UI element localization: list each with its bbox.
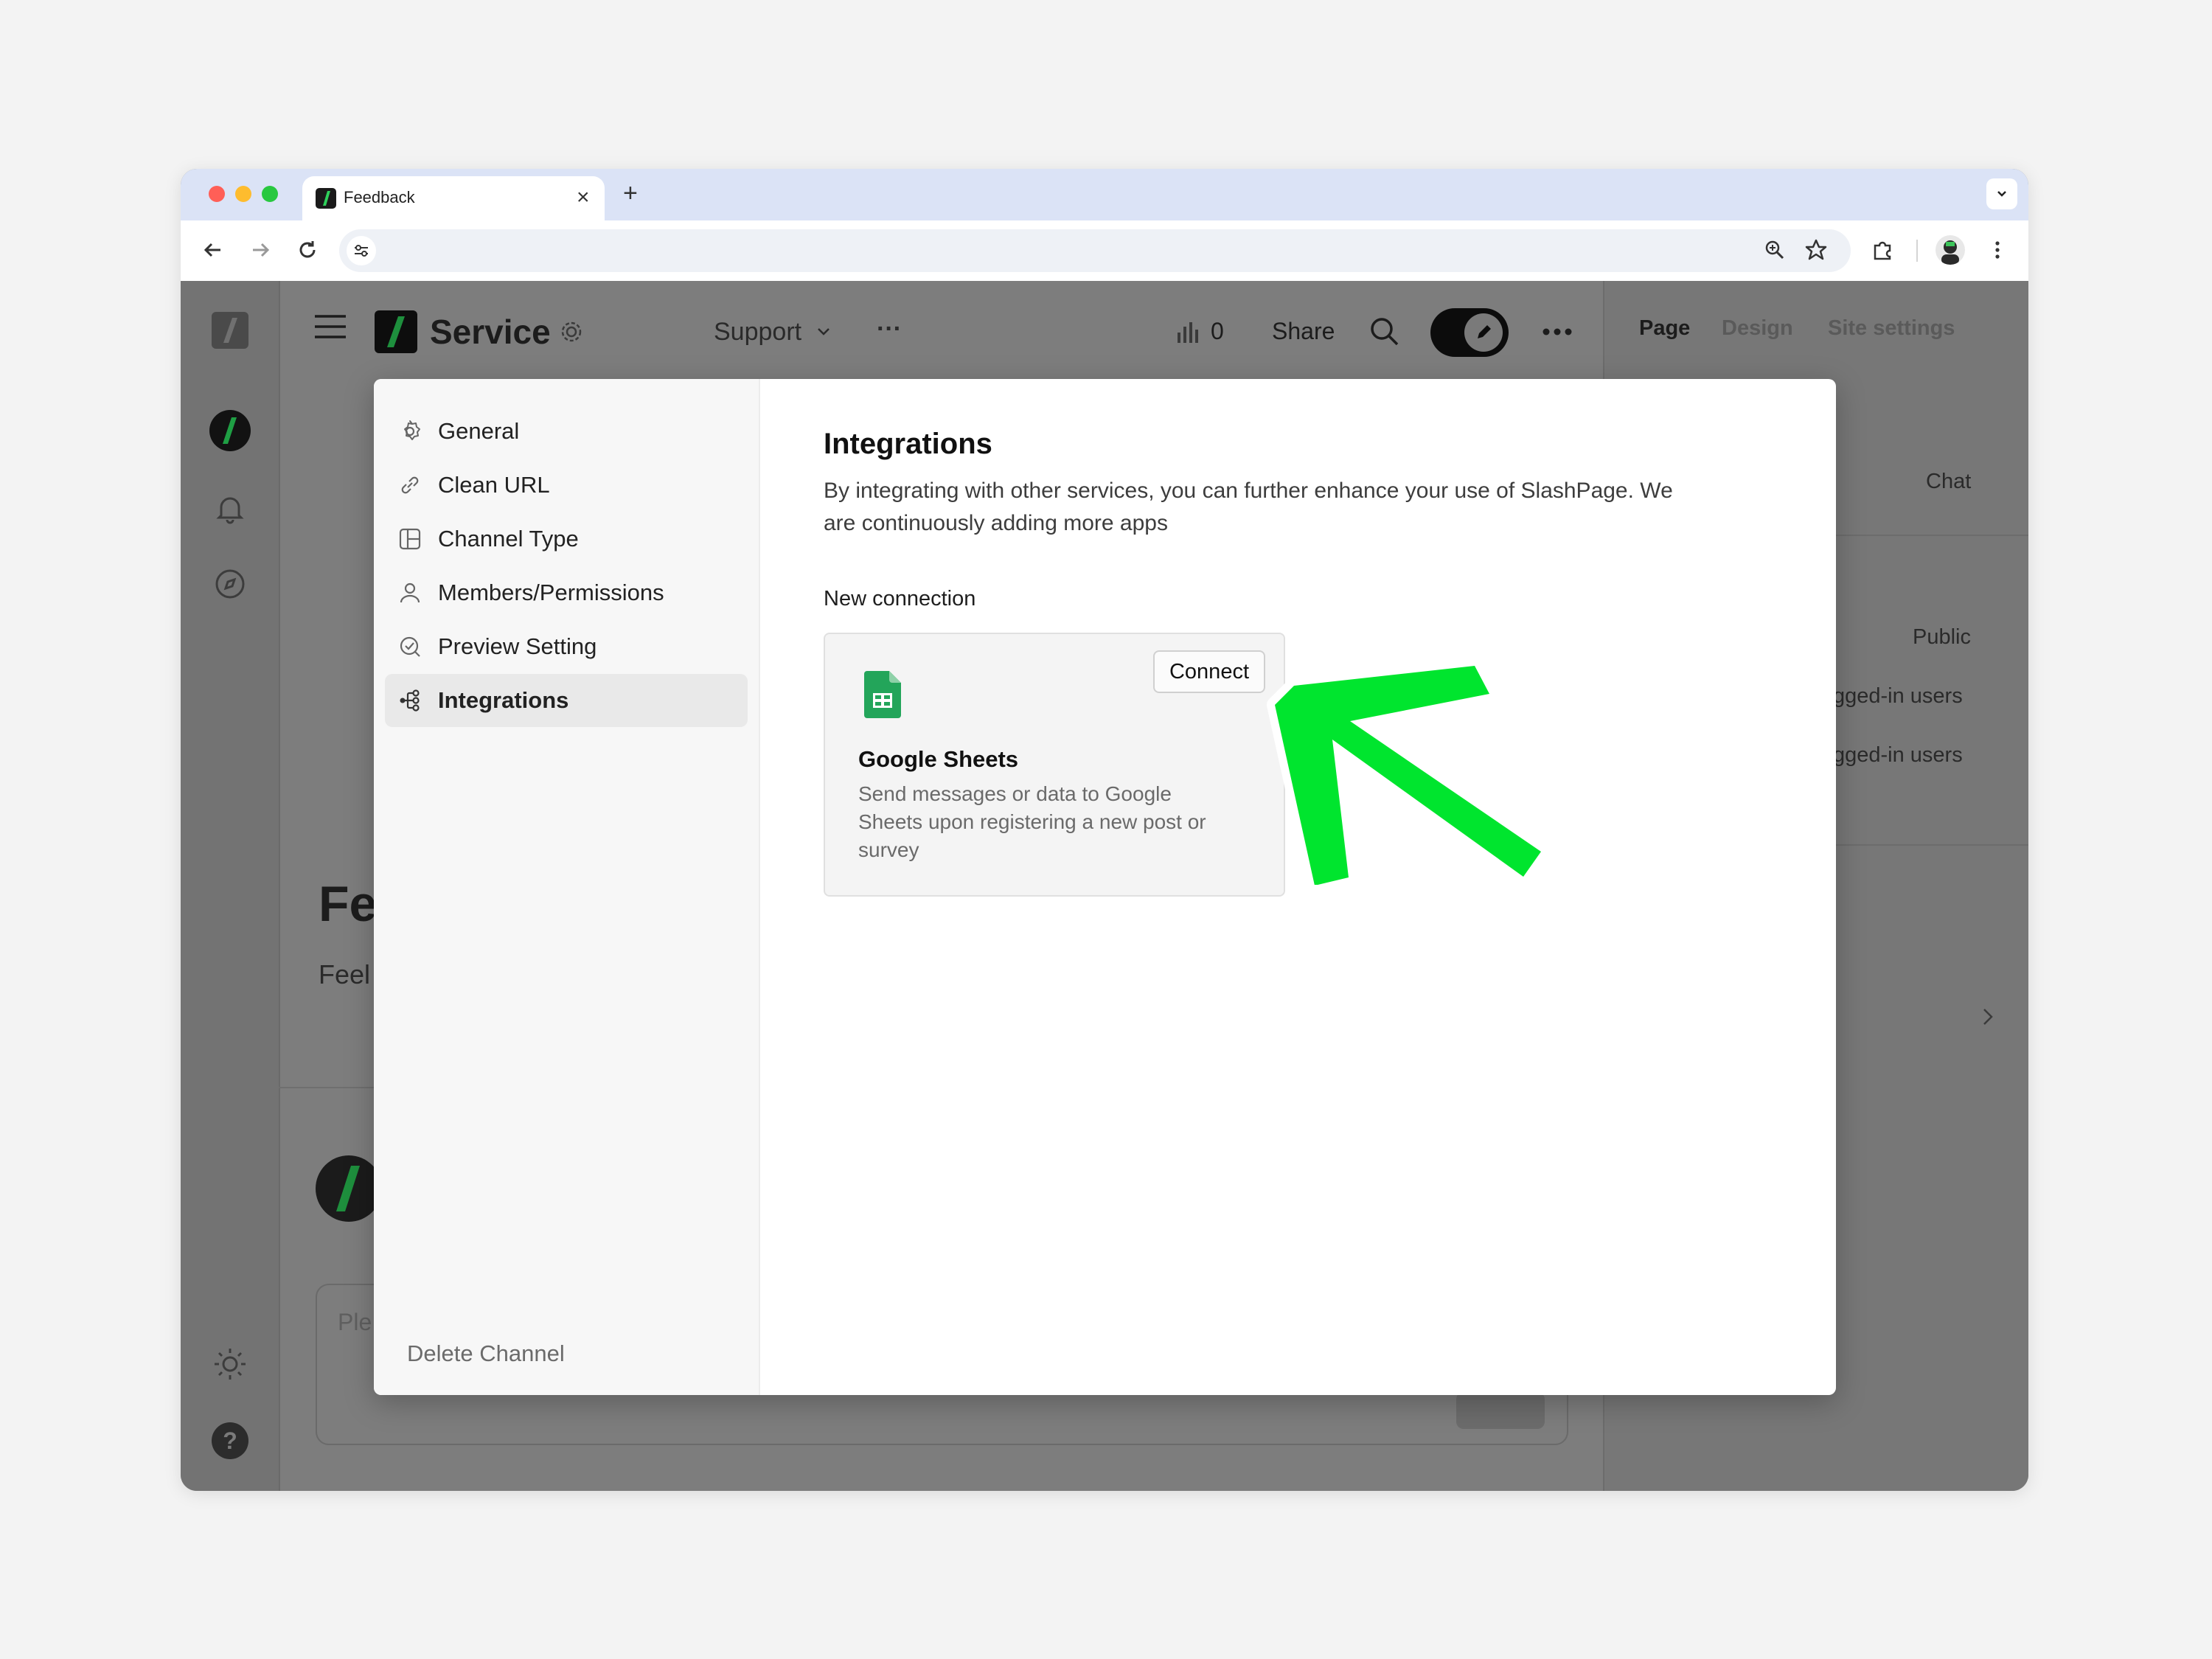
- permission-select-1[interactable]: gged-in users: [1833, 684, 1963, 709]
- chevron-right-icon[interactable]: [1980, 1006, 1995, 1027]
- toolbar: [181, 220, 2028, 281]
- menu-item-label: Channel Type: [438, 526, 579, 552]
- workspace-avatar[interactable]: [209, 410, 251, 451]
- layout-icon: [397, 526, 423, 552]
- settings-sidebar: General Clean URL Channel Type Members/P…: [374, 379, 760, 1395]
- toolbar-divider: [1916, 240, 1918, 262]
- tab-design[interactable]: Design: [1722, 316, 1793, 341]
- extensions-icon[interactable]: [1869, 237, 1896, 263]
- channel-settings-modal: General Clean URL Channel Type Members/P…: [374, 379, 1836, 1395]
- description-line: By integrating with other services, you …: [824, 479, 1673, 503]
- left-rail: ?: [181, 281, 280, 1491]
- theme-sun-icon[interactable]: [212, 1346, 248, 1382]
- site-logo-icon: [375, 310, 417, 353]
- tab-search-button[interactable]: [1986, 178, 2017, 209]
- tab-feedback[interactable]: Feedback ×: [302, 176, 605, 220]
- menu-item-label: Integrations: [438, 687, 569, 713]
- integrations-description: By integrating with other services, you …: [824, 475, 1804, 540]
- help-icon[interactable]: ?: [212, 1422, 248, 1459]
- send-button[interactable]: [1456, 1392, 1545, 1429]
- maximize-window-button[interactable]: [262, 186, 278, 202]
- support-chevron-down-icon: [818, 328, 830, 335]
- tab-page[interactable]: Page: [1639, 316, 1690, 341]
- menu-item-label: Clean URL: [438, 472, 550, 498]
- menu-item-preview-setting[interactable]: Preview Setting: [385, 620, 748, 673]
- permission-select-2[interactable]: gged-in users: [1833, 743, 1963, 768]
- commenter-avatar: [316, 1155, 382, 1222]
- integration-name: Google Sheets: [858, 746, 1019, 772]
- google-sheets-icon: [864, 671, 901, 722]
- menu-item-channel-type[interactable]: Channel Type: [385, 512, 748, 566]
- address-bar[interactable]: [339, 229, 1851, 272]
- menu-item-integrations[interactable]: Integrations: [385, 674, 748, 727]
- tab-title: Feedback: [344, 188, 415, 206]
- search-icon[interactable]: [1368, 315, 1400, 347]
- forward-icon[interactable]: [247, 237, 274, 263]
- close-window-button[interactable]: [209, 186, 225, 202]
- google-sheets-card: Connect Google Sheets Send messages or d…: [824, 633, 1285, 897]
- zoom-icon[interactable]: [1761, 237, 1788, 263]
- menu-item-label: Preview Setting: [438, 633, 597, 659]
- browser-menu-icon[interactable]: [1984, 237, 2011, 263]
- new-connection-label: New connection: [824, 587, 976, 611]
- more-options-icon[interactable]: [1541, 321, 1573, 343]
- page-title-partial: Fe: [319, 876, 378, 932]
- stats-bar-icon[interactable]: [1175, 318, 1201, 344]
- site-settings-gear-icon[interactable]: [559, 319, 584, 344]
- integration-desc-line: Sheets upon registering a new post or: [858, 810, 1206, 833]
- integration-description: Send messages or data to Google Sheets u…: [858, 780, 1271, 864]
- edit-mode-toggle[interactable]: [1430, 308, 1509, 357]
- chat-select[interactable]: Chat: [1926, 470, 1971, 494]
- delete-channel-button[interactable]: Delete Channel: [407, 1340, 565, 1367]
- nav-support[interactable]: Support: [714, 318, 801, 347]
- menu-item-members-permissions[interactable]: Members/Permissions: [385, 566, 748, 619]
- page-description-partial: Feel: [319, 959, 371, 990]
- pencil-icon: [1464, 313, 1503, 352]
- tab-site-settings[interactable]: Site settings: [1828, 316, 1955, 341]
- gear-icon: [397, 418, 423, 445]
- bookmark-star-icon[interactable]: [1803, 237, 1829, 263]
- profile-avatar[interactable]: [1935, 235, 1965, 265]
- site-info-icon[interactable]: [347, 236, 376, 265]
- menu-item-label: General: [438, 418, 520, 444]
- hamburger-menu-icon[interactable]: [313, 312, 347, 341]
- link-icon: [397, 472, 423, 498]
- compass-icon[interactable]: [213, 567, 247, 601]
- integration-desc-line: survey: [858, 838, 919, 861]
- integrations-heading: Integrations: [824, 428, 992, 460]
- description-line: are continuously adding more apps: [824, 511, 1168, 535]
- integrations-icon: [397, 687, 423, 714]
- menu-item-clean-url[interactable]: Clean URL: [385, 459, 748, 512]
- integration-desc-line: Send messages or data to Google: [858, 782, 1172, 805]
- favicon-icon: [316, 188, 336, 209]
- visibility-select[interactable]: Public: [1913, 625, 1971, 650]
- preview-icon: [397, 633, 423, 660]
- nav-more-button[interactable]: ···: [877, 315, 902, 344]
- annotation-arrow-icon: [1267, 658, 1549, 885]
- back-icon[interactable]: [200, 237, 226, 263]
- reload-icon[interactable]: [294, 237, 321, 263]
- new-tab-button[interactable]: +: [623, 179, 638, 208]
- connect-button[interactable]: Connect: [1153, 650, 1265, 693]
- stats-count: 0: [1211, 318, 1224, 344]
- person-icon: [397, 580, 423, 606]
- chevron-down-icon: [1997, 191, 2006, 197]
- bell-icon[interactable]: [213, 492, 247, 526]
- app-logo-icon[interactable]: [212, 312, 248, 349]
- menu-item-general[interactable]: General: [385, 405, 748, 458]
- share-button[interactable]: Share: [1272, 318, 1335, 345]
- site-name[interactable]: Service: [430, 312, 551, 352]
- menu-item-label: Members/Permissions: [438, 580, 664, 605]
- tab-close-icon[interactable]: ×: [577, 185, 590, 210]
- minimize-window-button[interactable]: [235, 186, 251, 202]
- composer-placeholder: Ple: [338, 1309, 372, 1335]
- tab-bar: Feedback × +: [181, 169, 2028, 220]
